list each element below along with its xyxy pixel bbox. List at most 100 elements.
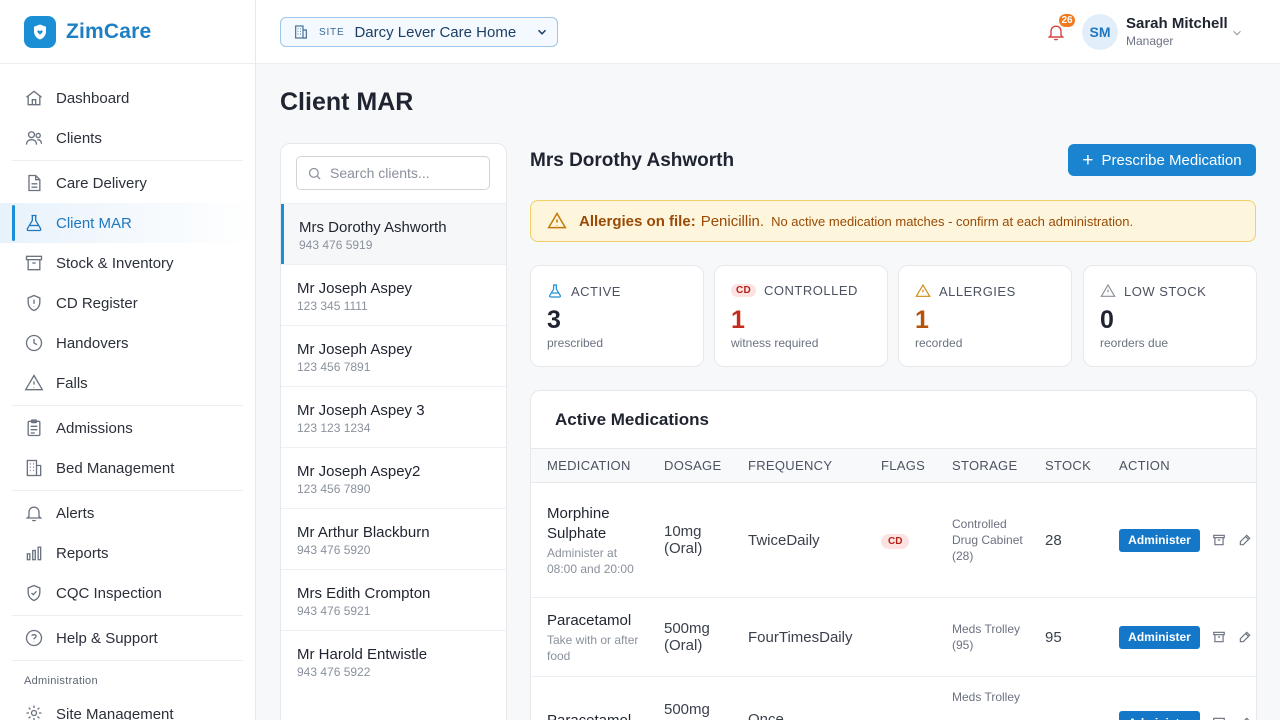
prescribe-label: Prescribe Medication — [1101, 151, 1242, 169]
user-role: Manager — [1126, 34, 1174, 48]
shield-icon — [24, 293, 44, 313]
client-id: 943 476 5919 — [299, 238, 373, 252]
stat-card-low-stock: LOW STOCK 0 reorders due — [1083, 265, 1257, 367]
stat-label: ALLERGIES — [939, 283, 1016, 299]
client-list-item[interactable]: Mrs Edith Crompton 943 476 5921 — [281, 569, 506, 630]
table-row: Paracetamol Take with or after food 500m… — [531, 597, 1256, 677]
column-header: ACTION — [1103, 448, 1256, 483]
table-row: Paracetamol 500mg Once Meds Trolley Admi… — [531, 676, 1256, 720]
site-select[interactable]: SITE Darcy Lever Care Home — [280, 17, 558, 47]
administer-button[interactable]: Administer — [1119, 528, 1200, 552]
search-input[interactable] — [330, 165, 480, 181]
building-icon — [24, 458, 44, 478]
nav-label: Clients — [56, 129, 102, 147]
client-list-item[interactable]: Mr Joseph Aspey2 123 456 7890 — [281, 447, 506, 508]
dosage: 500mg — [648, 676, 732, 720]
nav-label: Stock & Inventory — [56, 254, 174, 272]
client-name: Mrs Dorothy Ashworth — [299, 219, 447, 236]
nav-label: Alerts — [56, 504, 95, 522]
nav-item-help-support[interactable]: Help & Support — [0, 618, 255, 658]
stat-value: 1 — [915, 306, 929, 334]
client-name: Mr Joseph Aspey2 — [297, 463, 421, 480]
nav-item-handovers[interactable]: Handovers — [0, 323, 255, 363]
nav-item-admissions[interactable]: Admissions — [0, 408, 255, 448]
document-icon — [24, 173, 44, 193]
warning-icon — [915, 283, 931, 299]
flask-icon — [24, 213, 44, 233]
chevron-down-icon[interactable] — [1230, 26, 1244, 45]
stat-value: 3 — [547, 306, 561, 334]
flask-icon — [547, 283, 563, 299]
plus-icon: + — [1082, 149, 1094, 171]
nav-label: Dashboard — [56, 89, 130, 107]
nav-item-clients[interactable]: Clients — [0, 118, 255, 158]
client-list-item[interactable]: Mr Joseph Aspey 123 456 7891 — [281, 325, 506, 386]
stat-label: LOW STOCK — [1124, 283, 1207, 299]
brand[interactable]: ZimCare — [0, 0, 255, 64]
stat-label: CONTROLLED — [764, 283, 858, 298]
medication-name: Paracetamol — [547, 711, 648, 720]
nav-item-client-mar[interactable]: Client MAR — [0, 203, 255, 243]
page-title: Client MAR — [280, 88, 414, 116]
frequency: FourTimesDaily — [732, 597, 865, 677]
stat-sub: witness required — [731, 336, 819, 350]
administer-button[interactable]: Administer — [1119, 625, 1200, 649]
stock-count: 28 — [1029, 482, 1103, 598]
administer-button[interactable]: Administer — [1119, 711, 1200, 720]
edit-icon[interactable] — [1238, 533, 1252, 547]
storage-location: Controlled Drug Cabinet (28) — [952, 517, 1023, 563]
table-header-row: MEDICATION DOSAGE FREQUENCY FLAGS STORAG… — [531, 448, 1256, 483]
stat-card-controlled: CD CONTROLLED 1 witness required — [714, 265, 888, 367]
medication-name: Morphine Sulphate — [547, 504, 610, 542]
nav-item-cqc-inspection[interactable]: CQC Inspection — [0, 573, 255, 613]
nav-item-site-management[interactable]: Site Management — [0, 693, 255, 720]
storage-location: Meds Trolley — [952, 690, 1021, 704]
user-name[interactable]: Sarah Mitchell — [1126, 15, 1228, 32]
column-header: DOSAGE — [648, 448, 732, 483]
warning-icon — [1100, 283, 1116, 299]
client-search-box[interactable] — [296, 156, 490, 190]
nav-item-alerts[interactable]: Alerts — [0, 493, 255, 533]
edit-icon[interactable] — [1238, 630, 1252, 644]
nav-item-stock-inventory[interactable]: Stock & Inventory — [0, 243, 255, 283]
allergy-banner: Allergies on file: Penicillin. No active… — [530, 200, 1256, 242]
nav-label: CD Register — [56, 294, 138, 312]
nav-item-care-delivery[interactable]: Care Delivery — [0, 163, 255, 203]
prescribe-medication-button[interactable]: + Prescribe Medication — [1068, 144, 1256, 176]
nav-divider — [12, 490, 243, 491]
nav-item-falls[interactable]: Falls — [0, 363, 255, 403]
stat-card-allergies: ALLERGIES 1 recorded — [898, 265, 1072, 367]
nav-label: Help & Support — [56, 629, 158, 647]
stat-sub: prescribed — [547, 336, 604, 350]
flags-cell — [865, 676, 936, 720]
nav-item-cd-register[interactable]: CD Register — [0, 283, 255, 323]
dosage: 500mg (Oral) — [648, 597, 732, 677]
archive-icon[interactable] — [1212, 533, 1226, 547]
client-name: Mrs Edith Crompton — [297, 585, 431, 602]
nav-item-reports[interactable]: Reports — [0, 533, 255, 573]
nav-label: Care Delivery — [56, 174, 147, 192]
dosage: 10mg (Oral) — [648, 482, 732, 598]
medication-note: Take with or after food — [547, 632, 639, 663]
nav-item-bed-management[interactable]: Bed Management — [0, 448, 255, 488]
client-list-item[interactable]: Mr Arthur Blackburn 943 476 5920 — [281, 508, 506, 569]
nav-divider — [12, 405, 243, 406]
allergy-title: Allergies on file: — [579, 212, 696, 230]
avatar[interactable]: SM — [1082, 14, 1118, 50]
edit-icon[interactable] — [1238, 716, 1252, 720]
client-list-item[interactable]: Mr Joseph Aspey 123 345 1111 — [281, 264, 506, 325]
chevron-down-icon — [535, 25, 549, 44]
nav-label: Bed Management — [56, 459, 175, 477]
nav-label: Falls — [56, 374, 88, 392]
nav-item-dashboard[interactable]: Dashboard — [0, 78, 255, 118]
site-name: Darcy Lever Care Home — [354, 23, 517, 41]
help-circle-icon — [24, 628, 44, 648]
client-list-item[interactable]: Mrs Dorothy Ashworth 943 476 5919 — [281, 203, 506, 264]
archive-icon[interactable] — [1212, 716, 1226, 720]
stat-value: 0 — [1100, 306, 1114, 334]
nav-label: Admissions — [56, 419, 133, 437]
client-list-item[interactable]: Mr Harold Entwistle 943 476 5922 — [281, 630, 506, 691]
client-list-item[interactable]: Mr Joseph Aspey 3 123 123 1234 — [281, 386, 506, 447]
section-title: Active Medications — [555, 410, 709, 429]
archive-icon[interactable] — [1212, 630, 1226, 644]
